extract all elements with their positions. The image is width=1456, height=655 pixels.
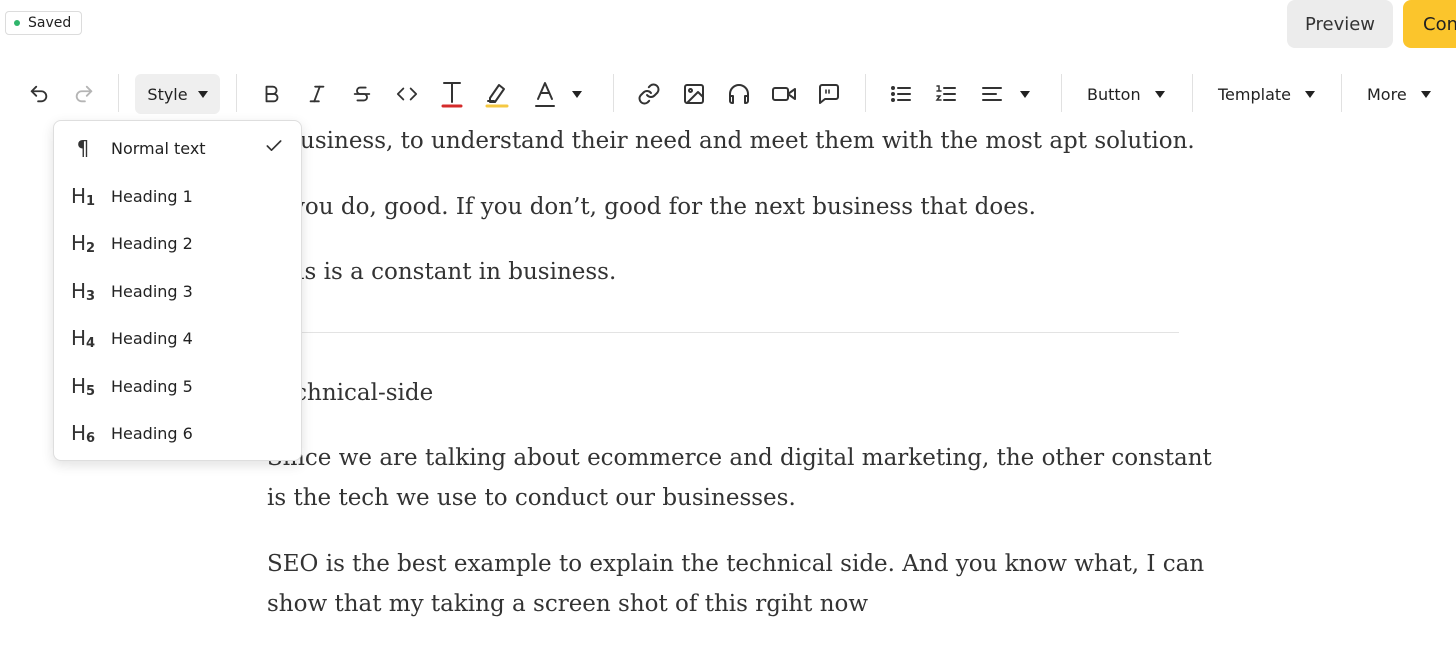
button-menu[interactable]: Button [1087,72,1165,116]
link-icon[interactable] [634,72,664,116]
paragraph-line[interactable]: SEO is the best example to explain the t… [267,544,1204,584]
chevron-down-icon [1154,90,1165,98]
bold-icon[interactable] [257,72,287,116]
toolbar-divider [236,74,237,112]
strikethrough-icon[interactable] [347,72,377,116]
paragraph-line[interactable]: show that my taking a screen shot of thi… [267,584,868,624]
saved-status-badge: Saved [5,11,83,35]
menu-item-heading-4[interactable]: H4 Heading 4 [54,315,301,361]
menu-item-label: Heading 4 [111,328,193,348]
more-menu-label: More [1367,84,1407,104]
code-icon[interactable] [392,72,422,116]
style-dropdown-button[interactable]: Style [135,74,220,114]
continue-button[interactable]: Con [1403,0,1456,48]
toolbar-divider [613,74,614,112]
paragraph-line[interactable]: is the tech we use to conduct our busine… [267,478,796,518]
undo-icon[interactable] [24,72,54,116]
menu-item-heading-3[interactable]: H3 Heading 3 [54,268,301,314]
align-icon[interactable] [977,72,1007,116]
template-menu-label: Template [1218,84,1292,104]
check-icon [264,136,284,160]
heading-5-icon: H5 [70,373,96,399]
menu-item-heading-2[interactable]: H2 Heading 2 [54,220,301,266]
chevron-down-icon [1305,90,1316,98]
chevron-down-icon [197,90,208,98]
menu-item-label: Normal text [111,138,206,158]
preview-button[interactable]: Preview [1287,0,1393,48]
align-dropdown-icon[interactable] [1016,72,1034,116]
paragraph-line[interactable]: Since we are talking about ecommerce and… [267,438,1212,478]
menu-item-normal-text[interactable]: ¶ Normal text [54,125,301,171]
redo-icon[interactable] [69,72,99,116]
button-menu-label: Button [1087,84,1141,104]
heading-6-icon: H6 [70,420,96,446]
font-color-icon[interactable] [530,72,560,116]
image-icon[interactable] [679,72,709,116]
paragraph[interactable]: This is a constant in business. [267,252,616,292]
menu-item-label: Heading 1 [111,186,193,206]
saved-label: Saved [28,15,72,31]
paragraph[interactable]: r business, to understand their need and… [267,121,1195,161]
menu-item-label: Heading 3 [111,281,193,301]
toolbar-divider [1341,74,1342,112]
toolbar-divider [865,74,866,112]
quote-icon[interactable] [814,72,844,116]
toolbar-divider [118,74,119,112]
bullet-list-icon[interactable] [886,72,916,116]
menu-item-label: Heading 2 [111,233,193,253]
font-color-dropdown-icon[interactable] [568,72,586,116]
style-label: Style [147,84,188,104]
heading-3-icon: H3 [70,278,96,304]
heading-1-icon: H1 [70,183,96,209]
chevron-down-icon [1420,90,1431,98]
audio-icon[interactable] [724,72,754,116]
text-color-icon[interactable] [437,72,467,116]
paragraph[interactable]: If you do, good. If you don’t, good for … [267,187,1036,227]
style-dropdown-menu: ¶ Normal text H1 Heading 1 H2 Heading 2 … [53,120,302,461]
editor-toolbar: Style Button Template More [0,72,1456,116]
numbered-list-icon[interactable] [931,72,961,116]
horizontal-rule [267,332,1179,333]
menu-item-heading-5[interactable]: H5 Heading 5 [54,363,301,409]
template-menu[interactable]: Template [1218,72,1316,116]
italic-icon[interactable] [302,72,332,116]
video-icon[interactable] [769,72,799,116]
toolbar-divider [1061,74,1062,112]
toolbar-divider [1192,74,1193,112]
status-dot-icon [14,20,20,26]
heading-4-icon: H4 [70,325,96,351]
heading-2-icon: H2 [70,230,96,256]
paragraph-icon: ¶ [76,136,90,160]
menu-item-label: Heading 5 [111,376,193,396]
menu-item-heading-1[interactable]: H1 Heading 1 [54,173,301,219]
menu-item-label: Heading 6 [111,423,193,443]
highlight-icon[interactable] [482,72,512,116]
more-menu[interactable]: More [1367,72,1431,116]
menu-item-heading-6[interactable]: H6 Heading 6 [54,410,301,456]
